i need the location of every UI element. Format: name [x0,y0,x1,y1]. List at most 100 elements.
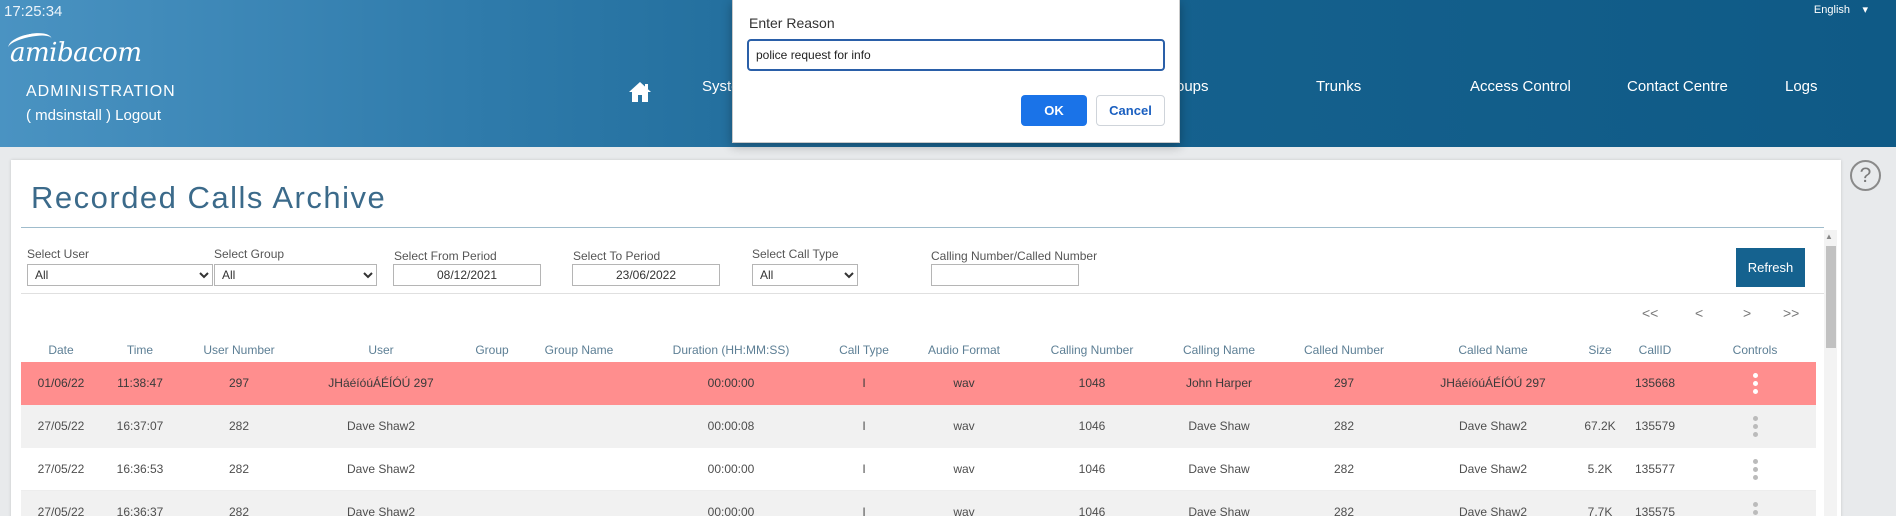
page-title: Recorded Calls Archive [31,180,387,215]
cell-callid: 135668 [1634,376,1676,390]
scroll-up-arrow-icon[interactable]: ▲ [1825,232,1833,241]
cell-calling-number: 1048 [1078,376,1106,390]
reason-dialog: Enter Reason OK Cancel [732,0,1180,143]
call-type-dropdown[interactable]: All [752,264,858,286]
pager-last[interactable]: >> [1783,305,1799,321]
select-group-dropdown[interactable]: All [214,264,377,286]
cell-time: 11:38:47 [117,376,163,390]
logo: amibacom [10,38,142,68]
refresh-button[interactable]: Refresh [1736,248,1805,287]
cell-call-type: I [862,376,866,390]
number-search-label: Calling Number/Called Number [931,249,1098,263]
cell-size: 67.2K [1584,419,1616,433]
logout-link[interactable]: ( mdsinstall ) Logout [26,107,161,124]
call-type-label: Select Call Type [752,247,839,261]
nav-groups[interactable]: oups [1176,78,1209,95]
nav-contact-centre[interactable]: Contact Centre [1627,78,1728,95]
nav-access-control[interactable]: Access Control [1470,78,1571,95]
cell-duration: 00:00:00 [707,376,755,390]
from-period-input[interactable]: 08/12/2021 [393,264,541,286]
col-header-time[interactable]: Time [127,343,153,357]
col-header-date[interactable]: Date [48,343,73,357]
cell-user-number: 282 [228,505,250,516]
cell-duration: 00:00:08 [707,419,755,433]
cell-called-name: Dave Shaw2 [1458,505,1528,516]
col-header-group[interactable]: Group [475,343,508,357]
cell-called-number: 282 [1333,505,1355,516]
clock: 17:25:34 [4,3,63,20]
cell-callid: 135577 [1634,462,1676,476]
cell-calling-name: John Harper [1185,376,1253,390]
col-header-callid[interactable]: CallID [1639,343,1672,357]
cell-date: 27/05/22 [37,505,85,516]
table-row[interactable]: 01/06/22 11:38:47 297 JHáéíóúÁÉÍÓÚ 297 0… [21,362,1816,405]
table-row[interactable]: 27/05/22 16:36:37 282 Dave Shaw2 00:00:0… [21,491,1816,516]
ok-button[interactable]: OK [1021,95,1087,126]
cell-audio-format: wav [953,462,975,476]
table-row[interactable]: 27/05/22 16:36:53 282 Dave Shaw2 00:00:0… [21,448,1816,491]
col-header-controls: Controls [1732,343,1778,357]
number-search-input[interactable] [931,264,1079,286]
cell-date: 27/05/22 [37,462,85,476]
cell-call-type: I [862,462,866,476]
pager-prev[interactable]: < [1695,305,1703,321]
cell-date: 01/06/22 [37,376,85,390]
pager-next[interactable]: > [1743,305,1751,321]
col-header-user-number[interactable]: User Number [203,343,274,357]
cell-callid: 135575 [1634,505,1676,516]
cell-calling-name: Dave Shaw [1188,505,1250,516]
cell-call-type: I [862,419,866,433]
to-period-input[interactable]: 23/06/2022 [572,264,720,286]
title-divider [21,227,1824,228]
nav-trunks[interactable]: Trunks [1316,78,1361,95]
language-selector[interactable]: English [1814,4,1850,16]
cell-called-name: JHáéíóúÁÉÍÓÚ 297 [1440,376,1546,390]
cell-time: 16:36:53 [116,462,164,476]
reason-input[interactable] [747,39,1165,71]
cell-calling-name: Dave Shaw [1188,462,1250,476]
col-header-duration[interactable]: Duration (HH:MM:SS) [673,343,790,357]
cell-user: JHáéíóúÁÉÍÓÚ 297 [328,376,434,390]
col-header-calling-name[interactable]: Calling Name [1183,343,1255,357]
cell-audio-format: wav [953,419,975,433]
kebab-menu-icon[interactable] [1752,502,1758,516]
scrollbar-thumb[interactable] [1826,246,1836,348]
from-period-label: Select From Period [394,249,497,263]
col-header-group-name[interactable]: Group Name [545,343,614,357]
filter-divider [21,293,1824,294]
kebab-menu-icon[interactable] [1752,373,1758,395]
home-icon[interactable] [628,81,652,103]
cell-user: Dave Shaw2 [346,505,416,516]
cell-user: Dave Shaw2 [346,462,416,476]
col-header-user[interactable]: User [368,343,393,357]
table-row[interactable]: 27/05/22 16:37:07 282 Dave Shaw2 00:00:0… [21,405,1816,448]
cell-called-name: Dave Shaw2 [1458,419,1528,433]
cell-duration: 00:00:00 [707,462,755,476]
cell-duration: 00:00:00 [707,505,755,516]
col-header-size[interactable]: Size [1588,343,1611,357]
cell-user-number: 282 [228,462,250,476]
cell-called-number: 282 [1333,419,1355,433]
col-header-called-name[interactable]: Called Name [1458,343,1527,357]
nav-logs[interactable]: Logs [1785,78,1818,95]
kebab-menu-icon[interactable] [1752,416,1758,438]
help-icon[interactable]: ? [1850,160,1881,191]
cell-calling-number: 1046 [1078,505,1106,516]
select-user-dropdown[interactable]: All [27,264,213,286]
col-header-call-type[interactable]: Call Type [839,343,889,357]
chevron-down-icon[interactable]: ▾ [1862,3,1868,16]
cell-callid: 135579 [1634,419,1676,433]
cancel-button[interactable]: Cancel [1096,95,1165,126]
main-panel: Recorded Calls Archive Select User All S… [11,160,1841,516]
pager-first[interactable]: << [1642,305,1658,321]
cell-date: 27/05/22 [37,419,85,433]
col-header-audio-format[interactable]: Audio Format [928,343,1000,357]
admin-label: ADMINISTRATION [26,83,176,100]
col-header-calling-number[interactable]: Calling Number [1051,343,1134,357]
cell-calling-number: 1046 [1078,462,1106,476]
cell-calling-name: Dave Shaw [1188,419,1250,433]
col-header-called-number[interactable]: Called Number [1304,343,1384,357]
kebab-menu-icon[interactable] [1752,459,1758,481]
cell-time: 16:36:37 [116,505,164,516]
to-period-label: Select To Period [573,249,661,263]
